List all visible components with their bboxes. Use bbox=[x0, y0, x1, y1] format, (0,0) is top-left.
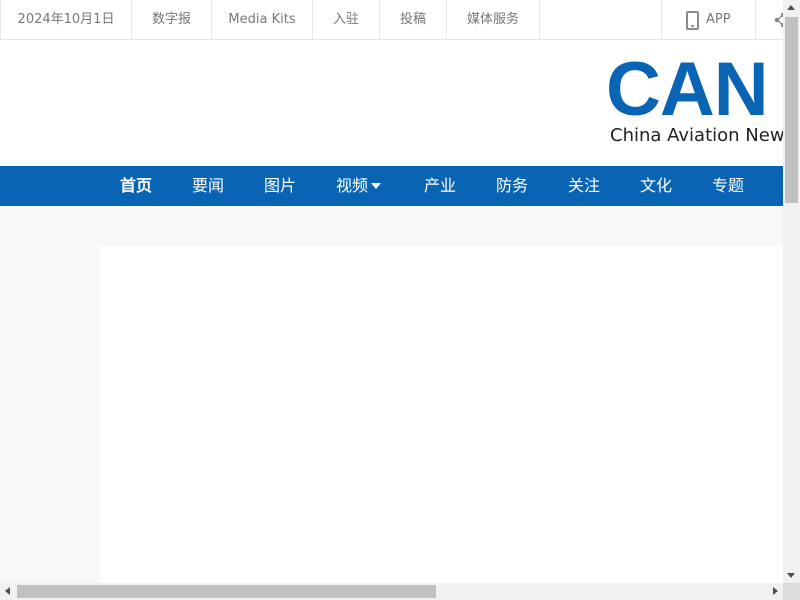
topbar-link-media-kits[interactable]: Media Kits bbox=[212, 0, 313, 39]
topbar-link-media-services[interactable]: 媒体服务 bbox=[447, 0, 540, 39]
nav-item-pictures[interactable]: 图片 bbox=[264, 166, 296, 206]
app-download-link[interactable]: APP bbox=[661, 0, 756, 39]
scroll-up-icon[interactable] bbox=[787, 5, 795, 10]
site-logo-subtitle: China Aviation New bbox=[610, 125, 783, 146]
scroll-down-icon[interactable] bbox=[787, 573, 795, 578]
nav-item-home[interactable]: 首页 bbox=[120, 166, 152, 206]
nav-item-industry[interactable]: 产业 bbox=[424, 166, 456, 206]
vertical-scrollbar[interactable] bbox=[783, 0, 800, 583]
vertical-scroll-thumb[interactable] bbox=[785, 17, 798, 203]
horizontal-scroll-thumb[interactable] bbox=[17, 585, 436, 598]
nav-item-news[interactable]: 要闻 bbox=[192, 166, 224, 206]
topbar-link-join[interactable]: 入驻 bbox=[313, 0, 380, 39]
nav-item-topics[interactable]: 专题 bbox=[712, 166, 744, 206]
top-utility-bar: 2024年10月1日 数字报 Media Kits 入驻 投稿 媒体服务 APP bbox=[0, 0, 786, 40]
scroll-left-icon[interactable] bbox=[5, 587, 10, 595]
topbar-link-digital-paper[interactable]: 数字报 bbox=[132, 0, 212, 39]
topbar-link-submit[interactable]: 投稿 bbox=[380, 0, 447, 39]
nav-item-defense[interactable]: 防务 bbox=[496, 166, 528, 206]
nav-item-culture[interactable]: 文化 bbox=[640, 166, 672, 206]
horizontal-scrollbar[interactable] bbox=[0, 583, 783, 600]
phone-icon bbox=[686, 11, 699, 30]
site-logo[interactable]: CAN bbox=[606, 46, 769, 134]
scroll-right-icon[interactable] bbox=[773, 587, 778, 595]
site-header: CAN China Aviation New bbox=[0, 40, 783, 166]
app-label: APP bbox=[706, 12, 731, 27]
current-date: 2024年10月1日 bbox=[0, 0, 132, 39]
nav-item-video-label: 视频 bbox=[336, 176, 369, 195]
content-panel bbox=[100, 246, 783, 583]
main-navigation: 首页 要闻 图片 视频 产业 防务 关注 文化 专题 bbox=[0, 166, 783, 206]
caret-down-icon bbox=[371, 182, 382, 189]
nav-item-video[interactable]: 视频 bbox=[336, 166, 382, 206]
nav-item-focus[interactable]: 关注 bbox=[568, 166, 600, 206]
scrollbar-corner bbox=[783, 583, 800, 600]
browser-viewport: 2024年10月1日 数字报 Media Kits 入驻 投稿 媒体服务 APP… bbox=[0, 0, 800, 600]
